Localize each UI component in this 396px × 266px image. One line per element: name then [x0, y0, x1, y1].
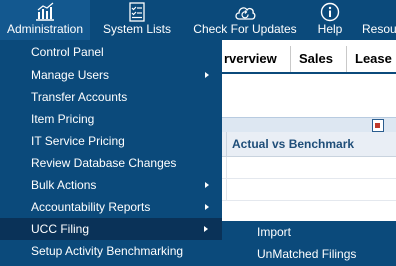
submenu-item-label: UnMatched Filings — [257, 247, 357, 261]
submenu-arrow-icon — [205, 72, 209, 78]
menu-item-label: UCC Filing — [31, 222, 90, 236]
table-row — [222, 157, 396, 179]
toolbar-resources-button[interactable]: Resou — [358, 0, 396, 40]
table-row — [222, 179, 396, 201]
menu-item-label: IT Service Pricing — [31, 134, 125, 148]
menu-item-label: Review Database Changes — [31, 156, 177, 170]
grid-toolbar — [222, 117, 396, 132]
submenu-item-label: Import — [257, 225, 292, 239]
menu-item-control-panel[interactable]: Control Panel — [0, 41, 222, 63]
menu-item-label: Accountability Reports — [31, 200, 151, 214]
grid-header: Actual vs Benchmark — [222, 132, 396, 157]
submenu-item-unmatched-filings[interactable]: UnMatched Filings — [222, 243, 396, 265]
top-toolbar: Administration System Lists Check For Up… — [0, 0, 396, 40]
menu-item-it-service-pricing[interactable]: IT Service Pricing — [0, 130, 222, 152]
menu-item-label: Item Pricing — [31, 112, 95, 126]
menu-item-manage-users[interactable]: Manage Users — [0, 64, 222, 86]
menu-item-item-pricing[interactable]: Item Pricing — [0, 108, 222, 130]
menu-item-ucc-filing[interactable]: UCC Filing — [0, 218, 222, 240]
tab-sales[interactable]: Sales — [290, 46, 341, 72]
ucc-filing-submenu: Import UnMatched Filings — [222, 221, 396, 266]
menu-item-label: Bulk Actions — [31, 178, 97, 192]
tab-overview[interactable]: rverview — [222, 46, 288, 72]
toolbar-resources-label: Resou — [362, 22, 396, 36]
submenu-arrow-icon — [204, 226, 208, 232]
menu-item-setup-activity-benchmarking[interactable]: Setup Activity Benchmarking — [0, 240, 222, 262]
tab-lease[interactable]: Lease — [346, 46, 396, 72]
tab-strip: rverview Sales Lease — [222, 46, 396, 74]
menu-item-bulk-actions[interactable]: Bulk Actions — [0, 174, 222, 196]
toolbar-help-button[interactable]: Help — [312, 0, 348, 40]
submenu-arrow-icon — [205, 182, 209, 188]
menu-item-review-database-changes[interactable]: Review Database Changes — [0, 152, 222, 174]
toolbar-check-updates-button[interactable]: Check For Updates — [186, 0, 304, 40]
cloud-refresh-icon — [235, 7, 256, 20]
toolbar-system-lists-label: System Lists — [102, 22, 171, 36]
administration-menu: Control Panel Manage Users Transfer Acco… — [0, 40, 222, 266]
submenu-arrow-icon — [205, 204, 209, 210]
menu-item-label: Transfer Accounts — [31, 90, 128, 104]
menu-item-label: Control Panel — [31, 45, 104, 59]
info-icon — [320, 2, 340, 22]
menu-item-label: Setup Activity Benchmarking — [31, 244, 184, 258]
toolbar-system-lists-button[interactable]: System Lists — [96, 0, 178, 40]
toolbar-help-label: Help — [317, 22, 343, 36]
menu-item-accountability-reports[interactable]: Accountability Reports — [0, 196, 222, 218]
export-pdf-icon[interactable] — [372, 119, 384, 132]
toolbar-administration-label: Administration — [6, 22, 84, 36]
toolbar-check-updates-label: Check For Updates — [193, 22, 297, 36]
column-header-actual-vs-benchmark[interactable]: Actual vs Benchmark — [232, 132, 354, 156]
menu-item-label: Manage Users — [31, 68, 110, 82]
bar-chart-icon — [36, 2, 54, 21]
menu-item-transfer-accounts[interactable]: Transfer Accounts — [0, 86, 222, 108]
checklist-icon — [129, 2, 145, 22]
submenu-item-import[interactable]: Import — [222, 221, 396, 243]
toolbar-administration-button[interactable]: Administration — [0, 0, 90, 40]
